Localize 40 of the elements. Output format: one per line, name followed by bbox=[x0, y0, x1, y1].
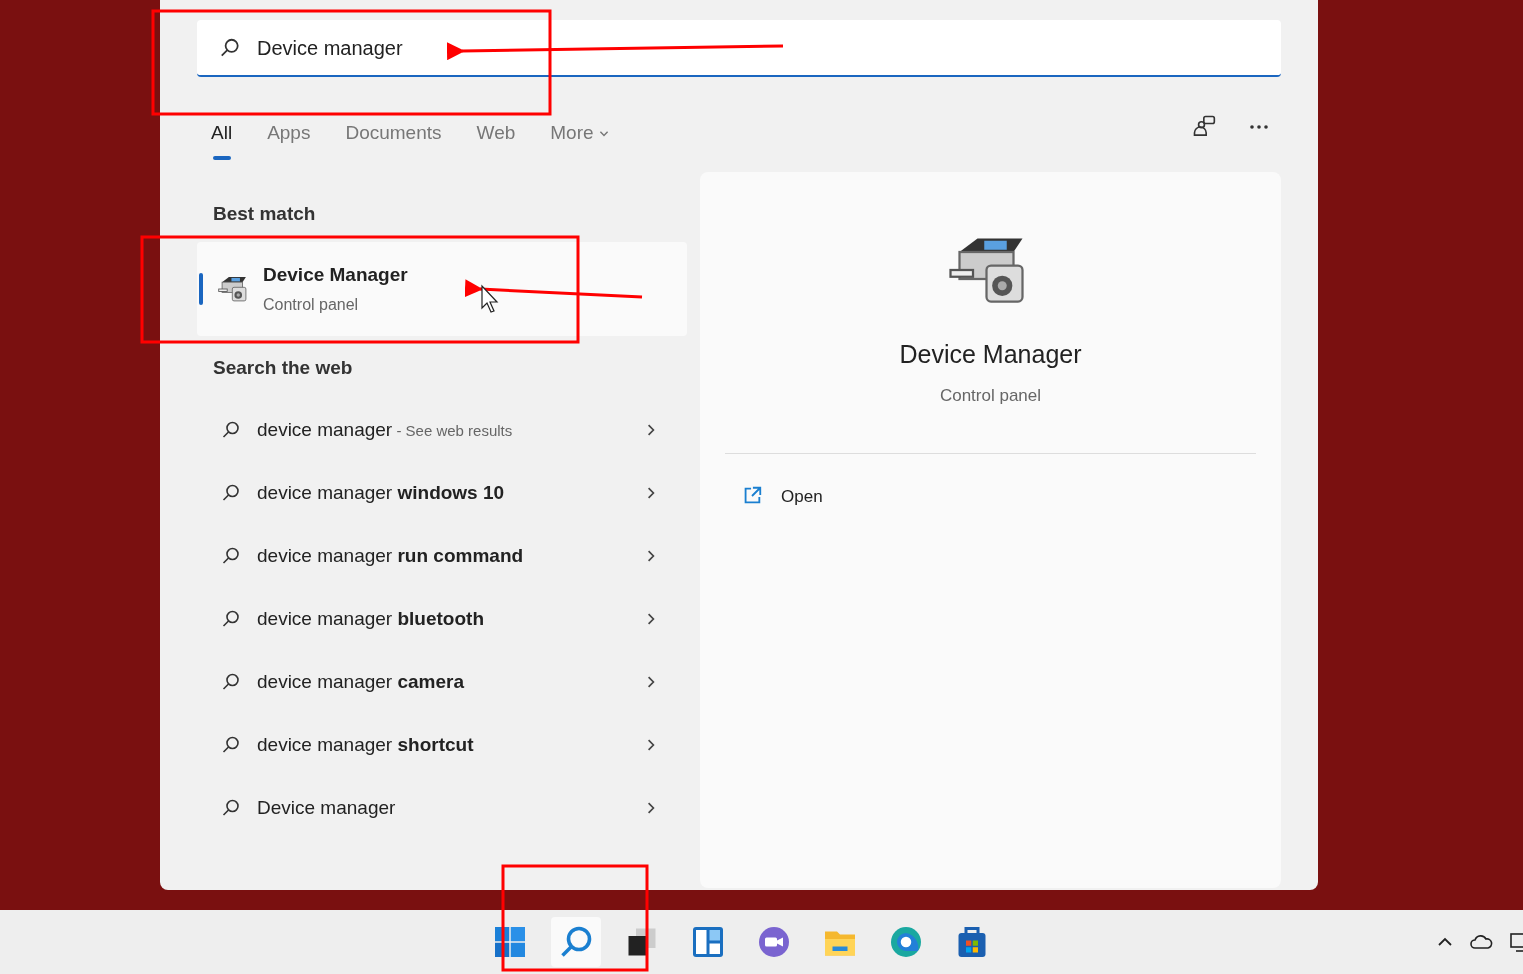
chevron-right-icon bbox=[645, 550, 657, 562]
search-icon bbox=[221, 735, 241, 755]
preview-subtitle: Control panel bbox=[939, 385, 1042, 407]
result-subtitle: Control panel bbox=[263, 295, 360, 316]
filter-tab[interactable]: More bbox=[550, 119, 610, 160]
web-search-item[interactable]: device manager - See web results bbox=[197, 398, 687, 462]
chevron-right-icon bbox=[645, 739, 657, 751]
filter-tab[interactable]: Apps bbox=[267, 119, 311, 160]
web-search-item[interactable]: device manager shortcut bbox=[197, 713, 687, 777]
search-icon bbox=[221, 546, 241, 566]
web-search-item[interactable]: Device manager bbox=[197, 776, 687, 840]
chevron-right-icon bbox=[645, 424, 657, 436]
section-heading: Best match bbox=[213, 201, 317, 226]
result-title: Device Manager bbox=[263, 262, 408, 287]
best-match-item[interactable]: Device Manager Control panel bbox=[197, 242, 687, 336]
filter-tab[interactable]: Web bbox=[476, 119, 516, 160]
mouse-cursor-icon bbox=[481, 284, 499, 313]
web-search-item[interactable]: device manager camera bbox=[197, 650, 687, 714]
search-icon bbox=[221, 420, 241, 440]
web-search-item[interactable]: device manager windows 10 bbox=[197, 461, 687, 525]
search-icon bbox=[221, 483, 241, 503]
open-action[interactable]: Open bbox=[741, 483, 823, 509]
chevron-right-icon bbox=[645, 802, 657, 814]
filter-tab[interactable]: All bbox=[211, 119, 233, 160]
filter-tab[interactable]: Documents bbox=[345, 119, 442, 160]
preview-title: Device Manager bbox=[899, 338, 1082, 370]
search-icon bbox=[221, 798, 241, 818]
search-icon bbox=[219, 36, 241, 59]
search-field[interactable]: Device manager bbox=[197, 20, 1281, 77]
search-icon bbox=[221, 672, 241, 692]
section-heading: Search the web bbox=[213, 356, 354, 380]
chevron-right-icon bbox=[645, 487, 657, 499]
chevron-right-icon bbox=[645, 676, 657, 688]
search-icon bbox=[221, 609, 241, 629]
search-text: Device manager bbox=[257, 35, 403, 61]
web-search-item[interactable]: device manager bluetooth bbox=[197, 587, 687, 651]
monitor-icon[interactable] bbox=[1509, 931, 1523, 953]
chevron-right-icon bbox=[645, 613, 657, 625]
search-icon[interactable] bbox=[551, 917, 601, 967]
web-search-item[interactable]: device manager run command bbox=[197, 524, 687, 588]
